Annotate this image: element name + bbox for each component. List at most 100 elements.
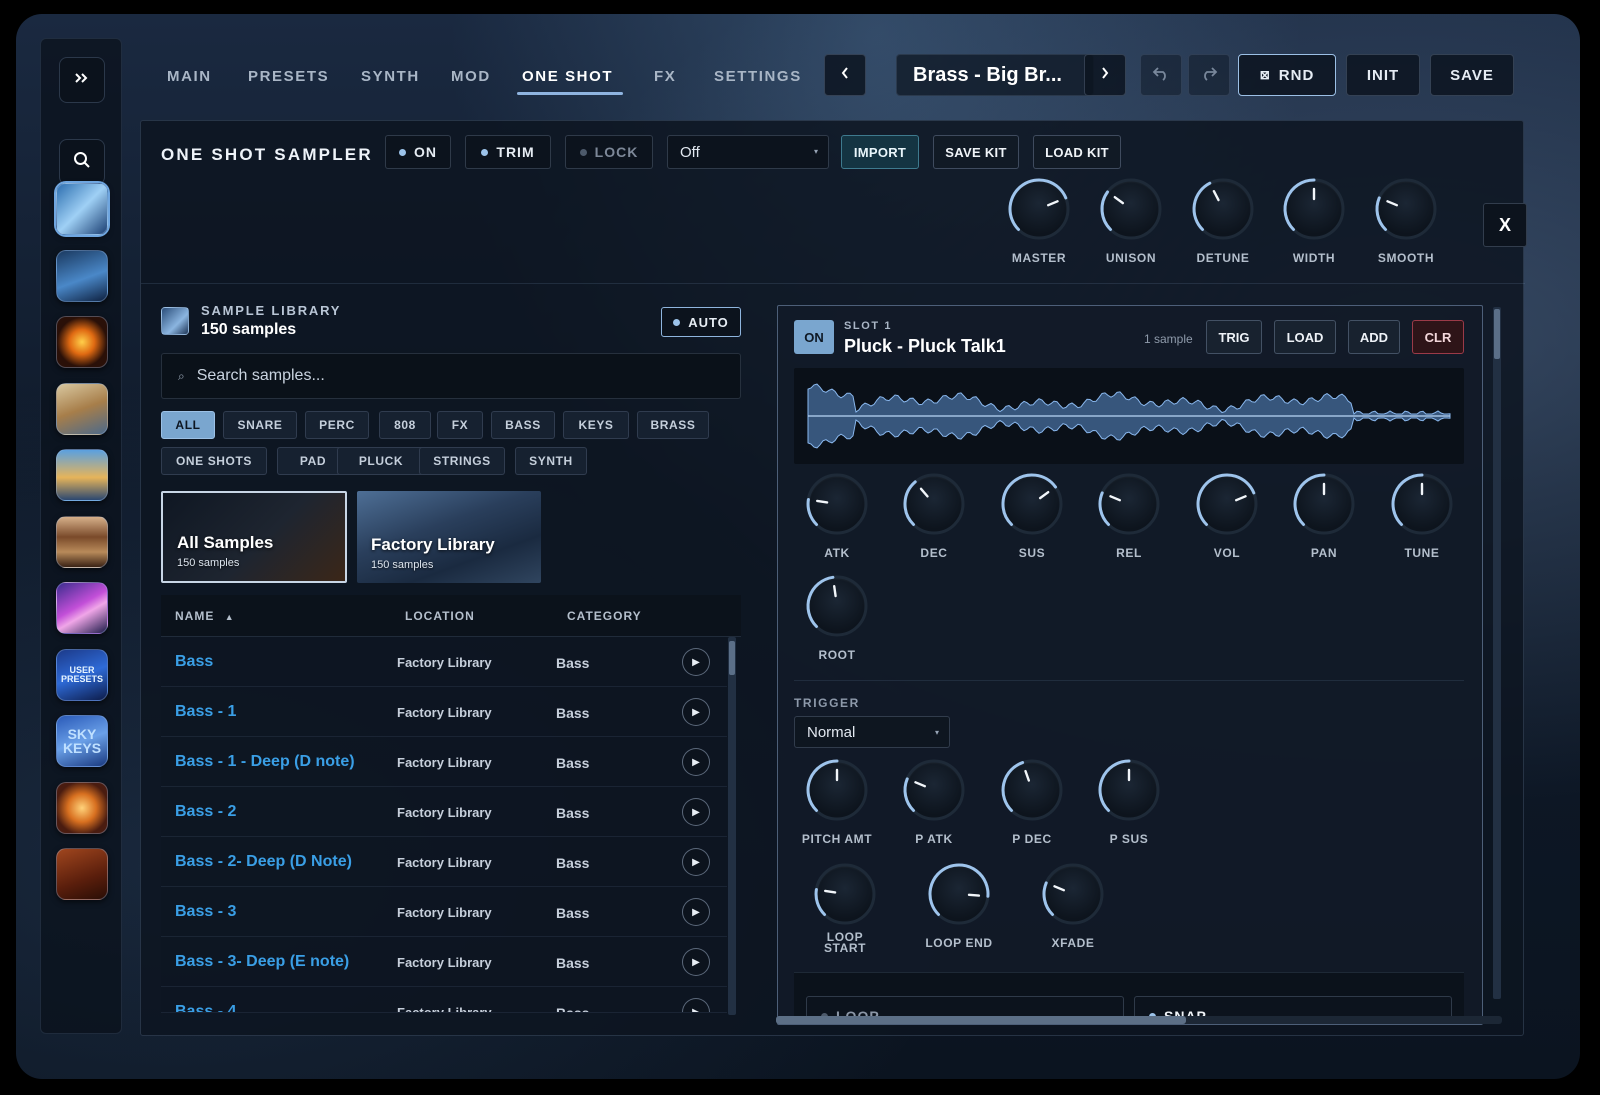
sample-row[interactable]: Bass - 4 Factory Library Bass ▶ xyxy=(161,987,727,1013)
preset-astronaut-thumb[interactable] xyxy=(56,249,108,302)
next-preset-button[interactable] xyxy=(1084,54,1126,96)
preset-ambient-world-thumb[interactable] xyxy=(56,183,108,235)
filter-chip-strings[interactable]: STRINGS xyxy=(419,447,505,475)
detune-knob[interactable] xyxy=(1192,178,1254,240)
filter-chip-808[interactable]: 808 xyxy=(379,411,431,439)
lock-toggle[interactable]: LOCK xyxy=(565,135,653,169)
filter-chip-bass[interactable]: BASS xyxy=(491,411,555,439)
sample-row[interactable]: Bass - 1 Factory Library Bass ▶ xyxy=(161,687,727,737)
filter-chip-perc[interactable]: PERC xyxy=(305,411,369,439)
all-samples-card[interactable]: All Samples 150 samples xyxy=(161,491,347,583)
filter-chip-fx[interactable]: FX xyxy=(437,411,483,439)
sample-row[interactable]: Bass Factory Library Bass ▶ xyxy=(161,637,727,687)
location-column-header[interactable]: LOCATION xyxy=(405,609,475,623)
p-dec-knob[interactable] xyxy=(1001,759,1063,821)
sample-name[interactable]: Bass - 3- Deep (E note) xyxy=(175,953,349,971)
slot-horizontal-scrollbar[interactable] xyxy=(776,1016,1502,1024)
tab-synth[interactable]: SYNTH xyxy=(361,68,420,85)
trim-toggle[interactable]: TRIM xyxy=(465,135,551,169)
sample-name[interactable]: Bass - 3 xyxy=(175,903,236,921)
play-sample-button[interactable]: ▶ xyxy=(682,848,710,876)
load-kit-button[interactable]: LOAD KIT xyxy=(1033,135,1121,169)
sample-row[interactable]: Bass - 1 - Deep (D note) Factory Library… xyxy=(161,737,727,787)
filter-chip-synth[interactable]: SYNTH xyxy=(515,447,587,475)
category-column-header[interactable]: CATEGORY xyxy=(567,609,642,623)
play-sample-button[interactable]: ▶ xyxy=(682,998,710,1012)
tab-one-shot[interactable]: ONE SHOT xyxy=(522,68,613,85)
import-button[interactable]: IMPORT xyxy=(841,135,919,169)
add-sample-button[interactable]: ADD xyxy=(1348,320,1400,354)
preset-user-presets-thumb[interactable]: USER PRESETS xyxy=(56,648,108,701)
sampler-mode-select[interactable]: Off ▾ xyxy=(667,135,829,169)
waveform-display[interactable] xyxy=(794,368,1464,464)
sample-list-scroll-thumb[interactable] xyxy=(729,641,735,675)
sample-name[interactable]: Bass - 4 xyxy=(175,1003,236,1012)
preset-sky-keys-thumb[interactable]: SKY KEYS xyxy=(56,715,108,767)
vol-knob[interactable] xyxy=(1196,473,1258,535)
filter-chip-pluck[interactable]: PLUCK xyxy=(337,447,425,475)
preset-piano-thumb[interactable] xyxy=(56,515,108,568)
preset-name-display[interactable]: Brass - Big Br... xyxy=(896,54,1094,96)
save-button[interactable]: SAVE xyxy=(1430,54,1514,96)
prev-preset-button[interactable] xyxy=(824,54,866,96)
filter-chip-all[interactable]: ALL xyxy=(161,411,215,439)
play-sample-button[interactable]: ▶ xyxy=(682,648,710,676)
init-button[interactable]: INIT xyxy=(1346,54,1420,96)
preset-city-thumb[interactable] xyxy=(56,449,108,501)
filter-chip-one-shots[interactable]: ONE SHOTS xyxy=(161,447,267,475)
filter-chip-keys[interactable]: KEYS xyxy=(563,411,629,439)
dec-knob[interactable] xyxy=(903,473,965,535)
play-sample-button[interactable]: ▶ xyxy=(682,698,710,726)
sample-name[interactable]: Bass - 2 xyxy=(175,803,236,821)
tab-fx[interactable]: FX xyxy=(654,68,676,85)
rel-knob[interactable] xyxy=(1098,473,1160,535)
sample-name[interactable]: Bass - 1 xyxy=(175,703,236,721)
pan-knob[interactable] xyxy=(1293,473,1355,535)
preset-copper-thumb[interactable] xyxy=(56,848,108,900)
sample-list-scrollbar[interactable] xyxy=(728,637,736,1015)
unison-knob[interactable] xyxy=(1100,178,1162,240)
play-sample-button[interactable]: ▶ xyxy=(682,798,710,826)
preset-castle-thumb[interactable] xyxy=(56,382,108,435)
master-knob[interactable] xyxy=(1008,178,1070,240)
preset-glow-orb-thumb[interactable] xyxy=(56,781,108,834)
randomize-button[interactable]: ⊠ RND xyxy=(1238,54,1336,96)
expand-sidebar-button[interactable] xyxy=(59,57,105,103)
play-sample-button[interactable]: ▶ xyxy=(682,948,710,976)
trigger-mode-select[interactable]: Normal ▾ xyxy=(794,716,950,748)
sample-row[interactable]: Bass - 2 Factory Library Bass ▶ xyxy=(161,787,727,837)
sidebar-search-button[interactable] xyxy=(59,139,105,185)
slot-scrollbar[interactable] xyxy=(1493,307,1501,999)
name-column-header[interactable]: NAME ▲ xyxy=(175,609,235,623)
filter-chip-snare[interactable]: SNARE xyxy=(223,411,297,439)
tab-presets[interactable]: PRESETS xyxy=(248,68,329,85)
tab-settings[interactable]: SETTINGS xyxy=(714,68,802,85)
preset-fire-orb-thumb[interactable] xyxy=(56,316,108,368)
p-atk-knob[interactable] xyxy=(903,759,965,821)
play-sample-button[interactable]: ▶ xyxy=(682,898,710,926)
slot-on-button[interactable]: ON xyxy=(794,320,834,354)
save-kit-button[interactable]: SAVE KIT xyxy=(933,135,1019,169)
factory-library-card[interactable]: Factory Library 150 samples xyxy=(357,491,541,583)
loop-end-knob[interactable] xyxy=(928,863,990,925)
p-sus-knob[interactable] xyxy=(1098,759,1160,821)
sample-row[interactable]: Bass - 3- Deep (E note) Factory Library … xyxy=(161,937,727,987)
slot-scroll-thumb[interactable] xyxy=(1494,309,1500,359)
sample-row[interactable]: Bass - 2- Deep (D Note) Factory Library … xyxy=(161,837,727,887)
width-knob[interactable] xyxy=(1283,178,1345,240)
tune-knob[interactable] xyxy=(1391,473,1453,535)
sample-name[interactable]: Bass - 2- Deep (D Note) xyxy=(175,853,352,871)
sus-knob[interactable] xyxy=(1001,473,1063,535)
root-knob[interactable] xyxy=(806,575,868,637)
trigger-button[interactable]: TRIG xyxy=(1206,320,1262,354)
undo-button[interactable] xyxy=(1140,54,1182,96)
pitch-amt-knob[interactable] xyxy=(806,759,868,821)
load-sample-button[interactable]: LOAD xyxy=(1274,320,1336,354)
play-sample-button[interactable]: ▶ xyxy=(682,748,710,776)
auto-toggle[interactable]: AUTO xyxy=(661,307,741,337)
tab-mod[interactable]: MOD xyxy=(451,68,491,85)
sample-name[interactable]: Bass xyxy=(175,653,213,671)
smooth-knob[interactable] xyxy=(1375,178,1437,240)
preset-retro-car-thumb[interactable] xyxy=(56,582,108,634)
xfade-knob[interactable] xyxy=(1042,863,1104,925)
